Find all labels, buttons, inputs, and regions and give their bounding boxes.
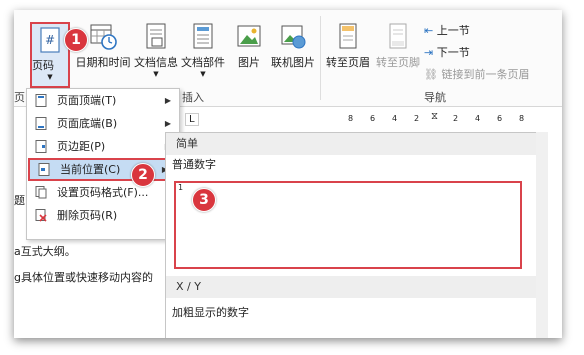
document-parts-icon xyxy=(193,23,213,49)
next-section-button[interactable]: ⇥ 下一节 xyxy=(424,44,470,60)
goto-header-label: 转至页眉 xyxy=(326,56,370,69)
step-badge-2: 2 xyxy=(131,163,155,187)
section-header-simple: 简单 xyxy=(166,133,536,155)
next-section-icon: ⇥ xyxy=(424,46,434,59)
goto-footer-button: 转至页脚 xyxy=(374,22,422,70)
page-number-menu: 页面顶端(T) ▶ 页面底端(B) ▶ 页边距(P) ▶ 当前位置(C) ▶ 设… xyxy=(26,88,180,240)
goto-header-icon xyxy=(339,23,357,49)
ruler-tick-label: 8 xyxy=(519,114,525,123)
page-number-button[interactable]: # 页码 ▼ xyxy=(30,22,70,88)
doc-info-button[interactable]: 文档信息 ▼ xyxy=(133,22,179,78)
prev-section-button[interactable]: ⇤ 上一节 xyxy=(424,22,470,38)
chevron-down-icon: ▼ xyxy=(47,73,53,81)
online-picture-label: 联机图片 xyxy=(271,56,315,69)
format-page-number-icon xyxy=(35,186,47,199)
link-previous-button: ⛓ 链接到前一条页眉 xyxy=(424,66,529,82)
page-number-label: 页码 xyxy=(32,59,54,72)
document-text-fragment: 题 xyxy=(14,194,25,207)
chevron-down-icon: ▼ xyxy=(153,70,159,78)
chevron-down-icon: ▼ xyxy=(200,70,206,78)
ruler-tick-label: 2 xyxy=(414,114,420,123)
insert-group-label: 插入 xyxy=(182,91,204,104)
online-picture-button[interactable]: 联机图片 xyxy=(267,22,319,70)
document-info-icon xyxy=(146,23,166,49)
prev-section-label: 上一节 xyxy=(436,24,470,37)
page-margins-icon xyxy=(35,140,47,153)
menu-item-label: 设置页码格式(F)... xyxy=(57,186,149,199)
document-text-line: a互式大纲。 xyxy=(14,245,76,258)
ruler-tick-label: 4 xyxy=(392,114,398,123)
menu-item-format-page-numbers[interactable]: 设置页码格式(F)... xyxy=(27,181,179,204)
step-badge-1: 1 xyxy=(64,28,88,52)
group-divider xyxy=(320,16,321,100)
tab-stop-marker[interactable]: L xyxy=(185,113,199,126)
horizontal-ruler: L 8 6 4 2 ⧖ 2 4 6 8 xyxy=(165,111,535,131)
calendar-clock-icon xyxy=(90,24,117,50)
remove-page-number-icon xyxy=(35,209,47,222)
ruler-tick-label: 4 xyxy=(475,114,481,123)
menu-item-remove-page-numbers[interactable]: 删除页码(R) xyxy=(27,204,179,227)
menu-item-page-margins[interactable]: 页边距(P) ▶ xyxy=(27,135,179,158)
menu-item-label: 删除页码(R) xyxy=(57,209,118,222)
current-position-gallery: 简单 普通数字 1 3 X / Y 加粗显示的数字 xyxy=(165,132,537,338)
menu-item-current-position[interactable]: 当前位置(C) ▶ xyxy=(28,158,178,181)
goto-footer-label: 转至页脚 xyxy=(376,56,420,69)
tab-fragment-label: 页 xyxy=(14,91,25,104)
menu-item-top-of-page[interactable]: 页面顶端(T) ▶ xyxy=(27,89,179,112)
nav-group-label: 导航 xyxy=(424,91,446,104)
current-position-icon xyxy=(38,163,50,176)
plain-number-option[interactable]: 1 3 xyxy=(174,181,522,269)
picture-label: 图片 xyxy=(238,56,260,69)
next-section-label: 下一节 xyxy=(436,46,470,59)
link-previous-label: 链接到前一条页眉 xyxy=(441,68,530,81)
menu-item-label: 页边距(P) xyxy=(57,140,106,153)
picture-icon xyxy=(237,25,261,47)
word-window: # 页码 ▼ 日期和时间 文档信息 ▼ 文档部件 ▼ 图片 联机图片 插入 转至… xyxy=(14,10,562,338)
link-icon: ⛓ xyxy=(424,68,438,81)
online-picture-icon xyxy=(281,25,306,49)
bottom-of-page-icon xyxy=(35,117,47,130)
doc-info-label: 文档信息 xyxy=(134,56,178,69)
submenu-arrow-icon: ▶ xyxy=(164,96,171,105)
menu-item-label: 页面底端(B) xyxy=(57,117,118,130)
ruler-tick-label: 8 xyxy=(348,114,354,123)
gallery-scrollbar[interactable] xyxy=(536,132,548,338)
ruler-tick-label: 2 xyxy=(453,114,459,123)
svg-text:#: # xyxy=(45,33,55,47)
doc-parts-label: 文档部件 xyxy=(181,56,225,69)
preview-page-number: 1 xyxy=(178,183,184,192)
picture-button[interactable]: 图片 xyxy=(234,22,264,70)
section-header-x-y: X / Y xyxy=(166,276,536,298)
document-text-line: g具体位置或快速移动内容的 xyxy=(14,271,153,284)
step-badge-3: 3 xyxy=(192,188,216,212)
goto-header-button[interactable]: 转至页眉 xyxy=(324,22,372,70)
menu-item-label: 当前位置(C) xyxy=(60,163,121,176)
gallery-item-title: 普通数字 xyxy=(172,158,216,171)
page-number-icon: # xyxy=(40,27,60,53)
ruler-tick-label: 6 xyxy=(370,114,376,123)
top-of-page-icon xyxy=(35,94,47,107)
doc-parts-button[interactable]: 文档部件 ▼ xyxy=(179,22,227,78)
date-time-label: 日期和时间 xyxy=(75,56,131,69)
indent-marker[interactable]: ⧖ xyxy=(431,111,438,122)
menu-item-label: 页面顶端(T) xyxy=(57,94,117,107)
gallery-item-title: 加粗显示的数字 xyxy=(172,306,249,319)
prev-section-icon: ⇤ xyxy=(424,24,434,37)
menu-item-bottom-of-page[interactable]: 页面底端(B) ▶ xyxy=(27,112,179,135)
goto-footer-icon xyxy=(389,23,407,49)
ruler-tick-label: 6 xyxy=(497,114,503,123)
